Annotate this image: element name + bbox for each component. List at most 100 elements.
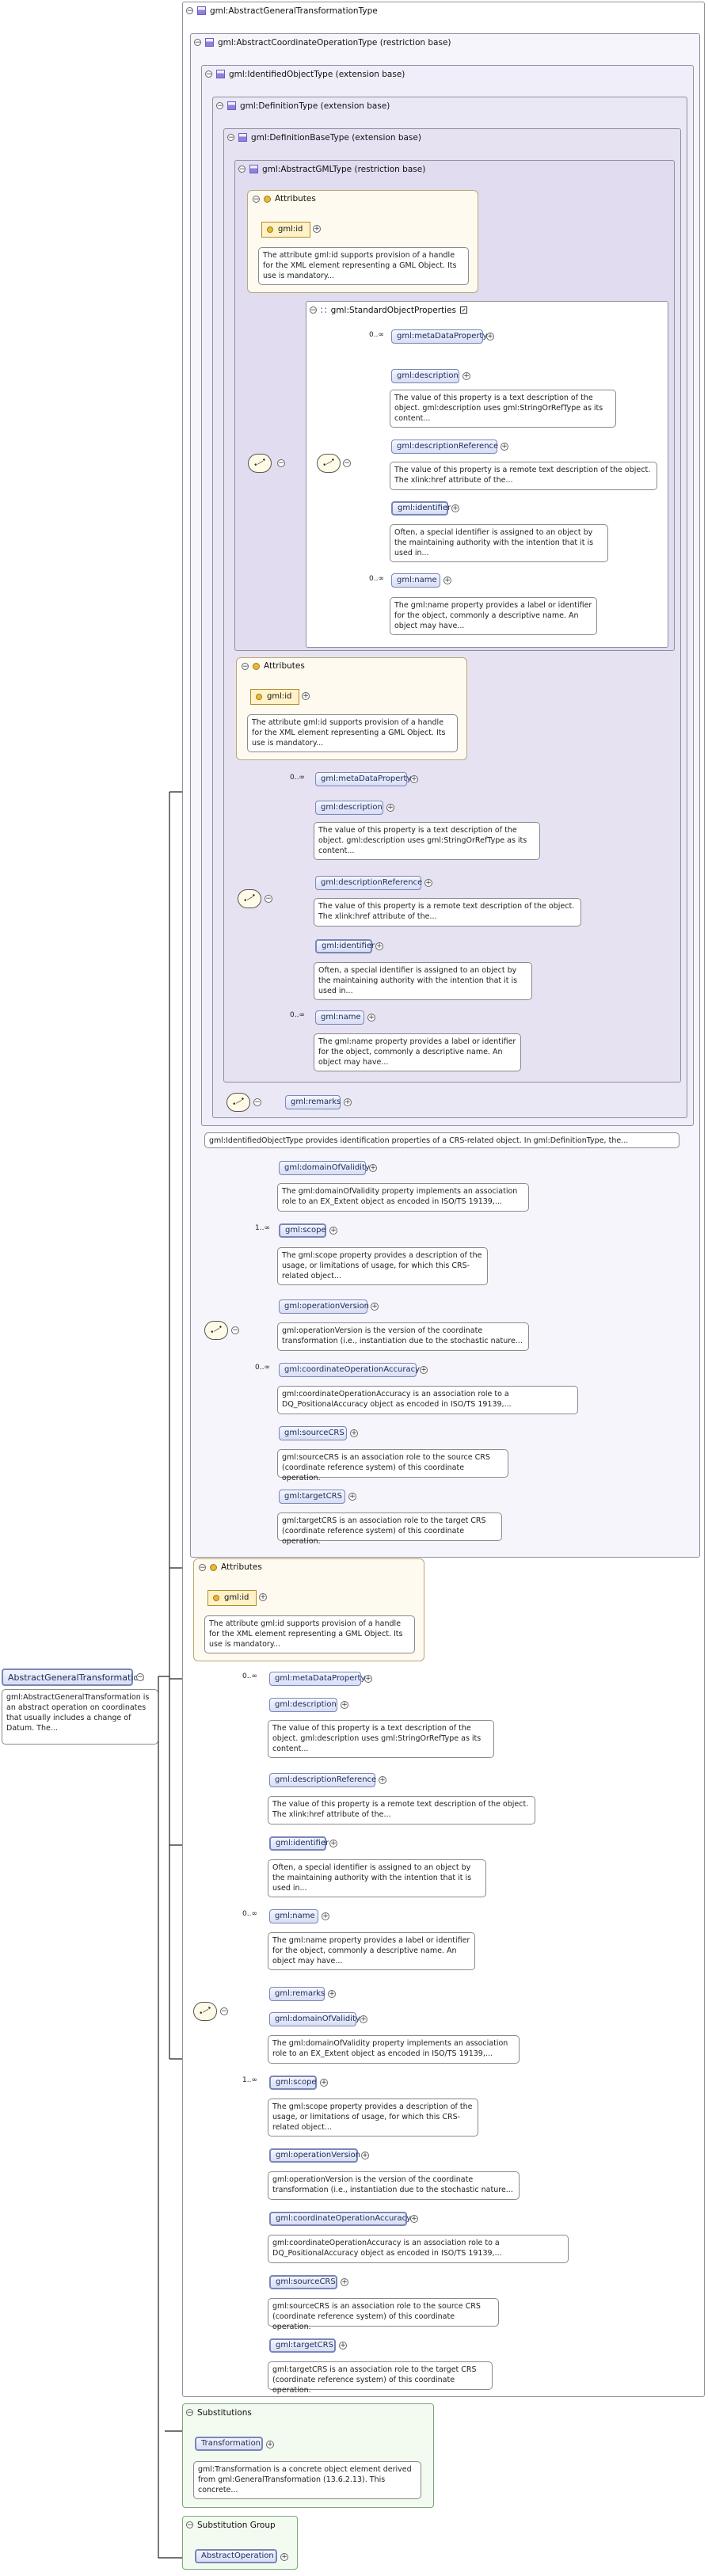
attribute-name: gml:id <box>267 692 292 701</box>
element-toggle[interactable]: + <box>367 1014 375 1022</box>
element-toggle[interactable]: + <box>462 372 470 380</box>
element-identifier[interactable]: gml:identifier <box>391 501 451 516</box>
sequence-toggle[interactable]: − <box>277 459 285 467</box>
element-targetcrs[interactable]: gml:targetCRS <box>279 1490 345 1504</box>
element-metadataproperty[interactable]: gml:metaDataProperty <box>269 1672 365 1686</box>
element-toggle[interactable]: + <box>501 443 508 451</box>
collapse-toggle-icon[interactable]: − <box>186 2409 193 2417</box>
sequence-toggle[interactable]: − <box>231 1326 239 1334</box>
element-description[interactable]: gml:description <box>269 1698 337 1712</box>
element-toggle[interactable]: + <box>350 1429 358 1437</box>
element-toggle[interactable]: + <box>486 333 494 341</box>
sequence-toggle[interactable]: − <box>343 459 351 467</box>
element-toggle[interactable]: + <box>341 1701 348 1709</box>
element-toggle[interactable]: + <box>371 1303 379 1311</box>
element-toggle[interactable]: + <box>320 2079 328 2087</box>
element-name: gml:identifier <box>322 942 375 950</box>
element-toggle[interactable]: + <box>328 1990 336 1998</box>
element-toggle[interactable]: + <box>348 1493 356 1501</box>
element-toggle[interactable]: + <box>386 804 394 812</box>
element-toggle[interactable]: + <box>369 1164 377 1172</box>
attribute-toggle[interactable]: + <box>259 1593 267 1601</box>
element-sourcecrs[interactable]: gml:sourceCRS <box>269 2275 337 2289</box>
element-description[interactable]: gml:description <box>315 801 383 815</box>
element-toggle[interactable]: + <box>424 879 432 887</box>
substitution-transformation[interactable]: Transformation <box>195 2437 263 2451</box>
sequence-toggle[interactable]: − <box>253 1098 261 1106</box>
element-domainofvalidity[interactable]: gml:domainOfValidity <box>279 1161 370 1175</box>
element-toggle[interactable]: + <box>379 1776 386 1784</box>
element-toggle[interactable]: + <box>329 1227 337 1235</box>
collapse-toggle-icon[interactable]: − <box>186 2521 193 2529</box>
element-scope[interactable]: gml:scope <box>269 2076 317 2090</box>
element-toggle[interactable]: + <box>443 576 451 584</box>
element-name-label: gml:name <box>321 1013 361 1022</box>
collapse-toggle-icon[interactable]: − <box>238 166 246 173</box>
root-element-node[interactable]: AbstractGeneralTransformation <box>2 1669 144 1686</box>
element-coordinateoperationaccuracy[interactable]: gml:coordinateOperationAccuracy <box>269 2212 411 2226</box>
element-toggle[interactable]: + <box>375 942 383 950</box>
element-description[interactable]: gml:description <box>391 369 459 383</box>
element-metadataproperty[interactable]: gml:metaDataProperty <box>315 772 411 786</box>
attribute-toggle[interactable]: + <box>302 692 310 700</box>
collapse-toggle-icon[interactable]: − <box>216 102 223 110</box>
attribute-toggle[interactable]: + <box>313 225 321 233</box>
element-targetcrs[interactable]: gml:targetCRS <box>269 2338 336 2353</box>
element-toggle[interactable]: + <box>360 2015 367 2023</box>
root-collapse-toggle[interactable]: − <box>136 1673 144 1681</box>
element-toggle[interactable]: + <box>280 2553 288 2561</box>
attribute-icon <box>253 662 260 670</box>
element-toggle[interactable]: + <box>266 2441 274 2449</box>
element-operationversion[interactable]: gml:operationVersion <box>279 1299 369 1314</box>
element-toggle[interactable]: + <box>329 1840 337 1847</box>
collapse-toggle-icon[interactable]: − <box>242 662 249 670</box>
element-doc: Often, a special identifier is assigned … <box>390 524 608 562</box>
attribute-icon <box>264 195 271 203</box>
element-name[interactable]: gml:name <box>315 1010 364 1025</box>
sequence-toggle[interactable]: − <box>265 895 272 903</box>
element-toggle[interactable]: + <box>322 1912 329 1920</box>
element-identifier[interactable]: gml:identifier <box>315 939 375 953</box>
element-name[interactable]: gml:name <box>269 1909 318 1923</box>
element-name-label: gml:name <box>397 576 437 584</box>
element-toggle[interactable]: + <box>344 1098 352 1106</box>
substitution-group-abstract-operation[interactable]: AbstractOperation <box>195 2549 277 2563</box>
element-descriptionreference[interactable]: gml:descriptionReference <box>391 439 498 454</box>
element-doc: gml:operationVersion is the version of t… <box>277 1322 529 1351</box>
collapse-toggle-icon[interactable]: − <box>186 7 193 15</box>
element-toggle[interactable]: + <box>451 504 459 512</box>
element-scope[interactable]: gml:scope <box>279 1223 326 1238</box>
element-doc: gml:sourceCRS is an association role to … <box>268 2298 499 2331</box>
element-sourcecrs[interactable]: gml:sourceCRS <box>279 1426 347 1440</box>
collapse-toggle-icon[interactable]: − <box>194 39 201 47</box>
element-name: gml:description <box>321 803 383 812</box>
collapse-toggle-icon[interactable]: − <box>227 134 234 142</box>
element-toggle[interactable]: + <box>361 2152 369 2159</box>
collapse-toggle-icon[interactable]: − <box>310 306 317 314</box>
element-descriptionreference[interactable]: gml:descriptionReference <box>315 876 422 890</box>
element-descriptionreference[interactable]: gml:descriptionReference <box>269 1773 376 1787</box>
collapse-toggle-icon[interactable]: − <box>253 195 260 203</box>
element-operationversion[interactable]: gml:operationVersion <box>269 2148 360 2163</box>
element-domainofvalidity[interactable]: gml:domainOfValidity <box>269 2012 360 2026</box>
collapse-toggle-icon[interactable]: − <box>205 70 212 78</box>
element-name[interactable]: gml:name <box>391 573 440 588</box>
element-toggle[interactable]: + <box>341 2278 348 2286</box>
element-remarks[interactable]: gml:remarks <box>269 1987 325 2001</box>
attribute-gml-id[interactable]: gml:id <box>250 689 299 705</box>
cardinality-label: 0..∞ <box>290 1011 305 1019</box>
element-metadataproperty[interactable]: gml:metaDataProperty <box>391 329 487 344</box>
element-toggle[interactable]: + <box>410 2215 418 2223</box>
element-toggle[interactable]: + <box>339 2342 347 2350</box>
element-toggle[interactable]: + <box>410 775 418 783</box>
element-doc: The gml:scope property provides a descri… <box>268 2098 478 2137</box>
attribute-gml-id[interactable]: gml:id <box>261 222 310 238</box>
element-toggle[interactable]: + <box>364 1675 372 1683</box>
sequence-toggle[interactable]: − <box>220 2007 228 2015</box>
attribute-gml-id[interactable]: gml:id <box>207 1590 257 1606</box>
element-identifier[interactable]: gml:identifier <box>269 1836 329 1851</box>
element-toggle[interactable]: + <box>420 1366 428 1374</box>
collapse-toggle-icon[interactable]: − <box>199 1563 206 1571</box>
element-remarks[interactable]: gml:remarks <box>285 1095 341 1109</box>
element-coordinateoperationaccuracy[interactable]: gml:coordinateOperationAccuracy <box>279 1363 420 1377</box>
